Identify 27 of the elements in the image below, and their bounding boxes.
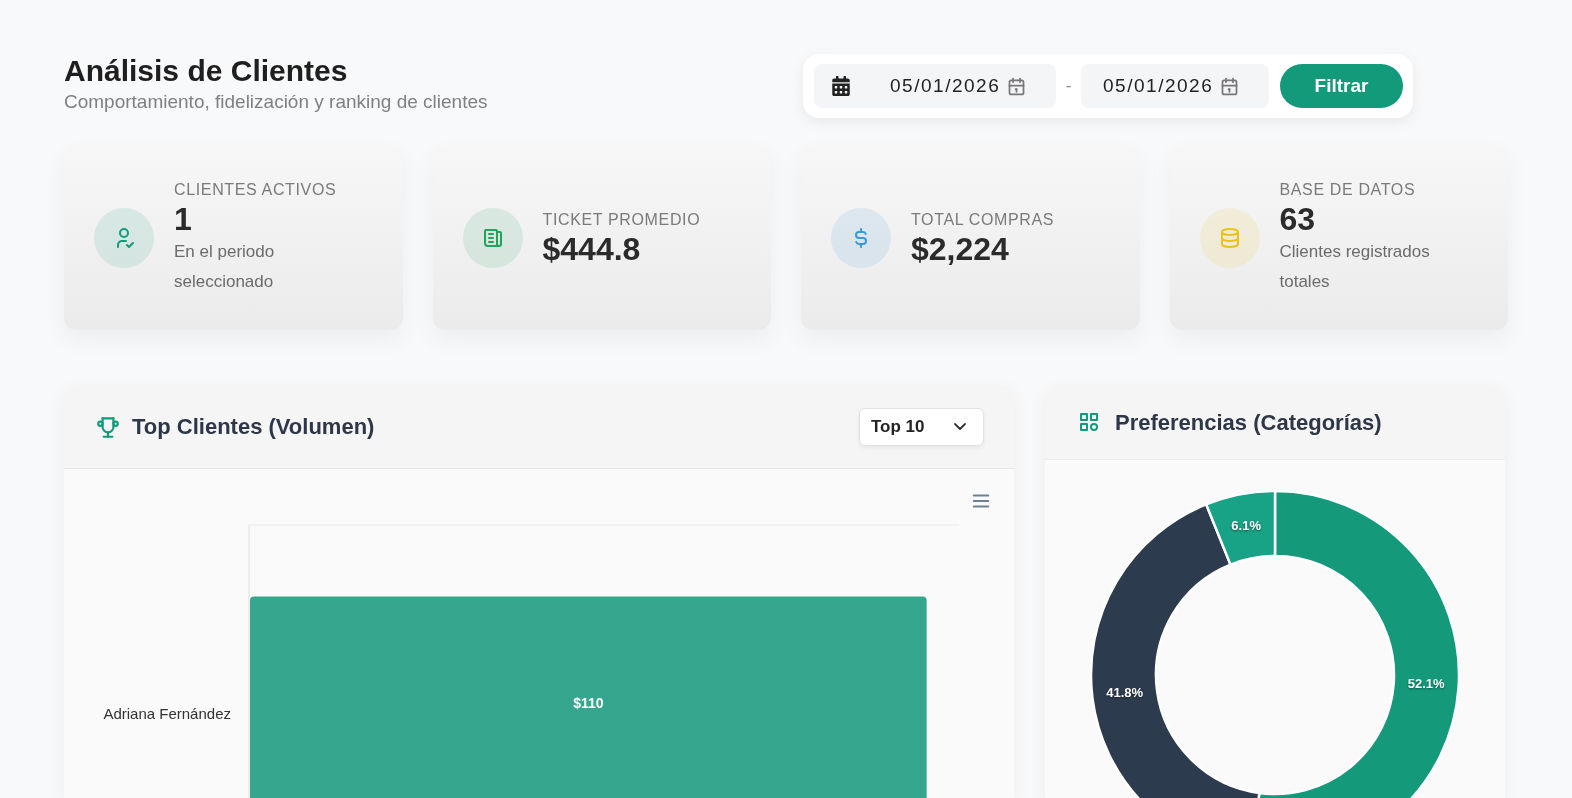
stat-value: $444.8 [542,230,642,267]
stat-label: CLIENTES ACTIVOS [174,179,338,200]
stat-description: En el periodo seleccionado [174,240,276,293]
category-grid-icon [1077,410,1101,434]
stat-value: 63 [1279,200,1317,237]
stat-description: Clientes registrados totales [1279,240,1431,293]
stat-label: TICKET PROMEDIO [542,209,701,230]
calendar-icon [814,64,867,108]
page-title: Análisis de Clientes [64,54,349,88]
stat-value: 1 [174,200,193,237]
chevron-down-icon [954,423,966,430]
date-separator: - [1064,75,1073,98]
filter-button[interactable]: Filtrar [1280,64,1403,108]
slice-label: 41.8% [1106,685,1144,701]
stat-value: $2,224 [911,230,1010,267]
stat-label: TOTAL COMPRAS [911,209,1055,230]
slice-label: 6.1% [1231,517,1261,533]
bar-value-label: $110 [573,694,604,711]
panel-title: Preferencias (Categorías) [1115,408,1382,437]
top-count-select[interactable]: Top 10 [859,407,984,446]
client-name-label: Adriana Fernández [103,704,231,722]
page-subtitle: Comportamiento, fidelización y ranking de clientes [64,90,488,114]
end-date-field[interactable]: 05/01/2026 [1081,64,1269,108]
panel-title: Top Clientes (Volumen) [132,413,375,441]
stat-label: BASE DE DATOS [1279,179,1417,200]
slice-label: 52.1% [1407,676,1445,692]
start-date-field[interactable]: 05/01/2026 [867,64,1056,108]
